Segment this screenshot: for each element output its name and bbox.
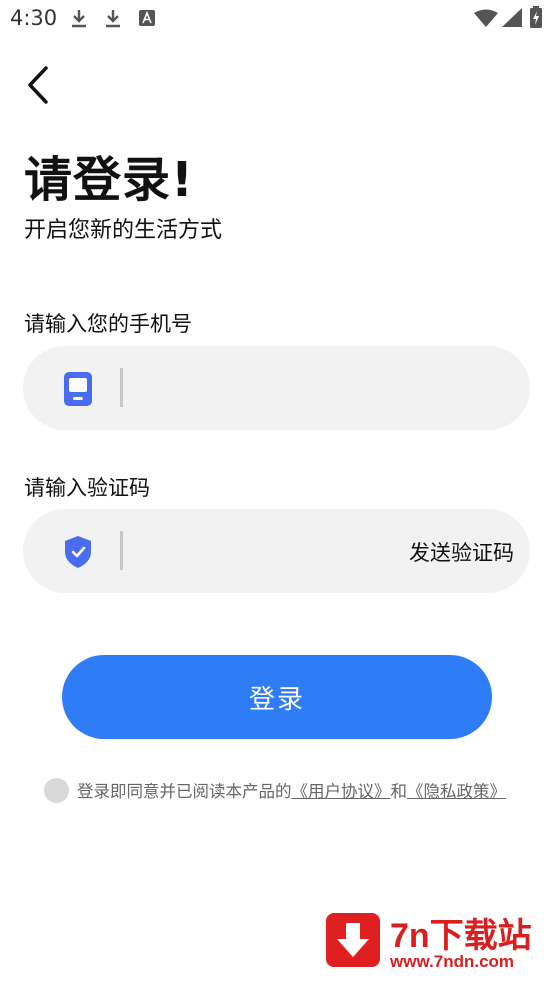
field-divider xyxy=(120,368,123,407)
watermark-url: www.7ndn.com xyxy=(390,952,515,971)
battery-charging-icon xyxy=(530,6,542,28)
user-agreement-link[interactable]: 《用户协议》 xyxy=(292,782,391,801)
agreement-checkbox[interactable] xyxy=(44,777,69,803)
phone-icon xyxy=(64,372,92,406)
a-notification-icon xyxy=(139,10,155,26)
field-divider xyxy=(120,531,123,570)
wifi-icon xyxy=(474,9,498,27)
agreement-row: 登录即同意并已阅读本产品的《用户协议》和《隐私政策》 xyxy=(44,776,506,804)
code-input[interactable] xyxy=(135,527,409,577)
download-arrow-icon xyxy=(337,923,369,957)
watermark: 7n下载站 www.7ndn.com xyxy=(326,908,546,978)
back-button[interactable] xyxy=(20,62,60,108)
download-icon xyxy=(72,10,86,28)
status-bar: 4:30 xyxy=(0,0,554,38)
code-field[interactable]: 发送验证码 xyxy=(23,509,530,593)
phone-input[interactable] xyxy=(135,364,409,414)
page-subtitle: 开启您新的生活方式 xyxy=(24,218,223,243)
status-time: 4:30 xyxy=(10,6,58,30)
agreement-prefix: 登录即同意并已阅读本产品的 xyxy=(77,782,292,801)
phone-field[interactable] xyxy=(23,346,530,430)
phone-label: 请输入您的手机号 xyxy=(24,312,192,336)
login-button[interactable]: 登录 xyxy=(62,655,492,739)
download-icon xyxy=(106,10,120,28)
signal-icon xyxy=(502,8,522,27)
watermark-name: 7n下载站 xyxy=(390,917,532,955)
watermark-logo xyxy=(326,913,380,967)
chevron-left-icon xyxy=(28,66,48,104)
page-title: 请登录! xyxy=(24,152,194,208)
shield-check-icon xyxy=(65,536,91,568)
privacy-policy-link[interactable]: 《隐私政策》 xyxy=(407,782,506,801)
send-code-button[interactable]: 发送验证码 xyxy=(409,537,514,567)
agreement-conjunction: 和 xyxy=(390,782,408,801)
agreement-text: 登录即同意并已阅读本产品的《用户协议》和《隐私政策》 xyxy=(77,778,506,802)
code-label: 请输入验证码 xyxy=(24,476,150,500)
